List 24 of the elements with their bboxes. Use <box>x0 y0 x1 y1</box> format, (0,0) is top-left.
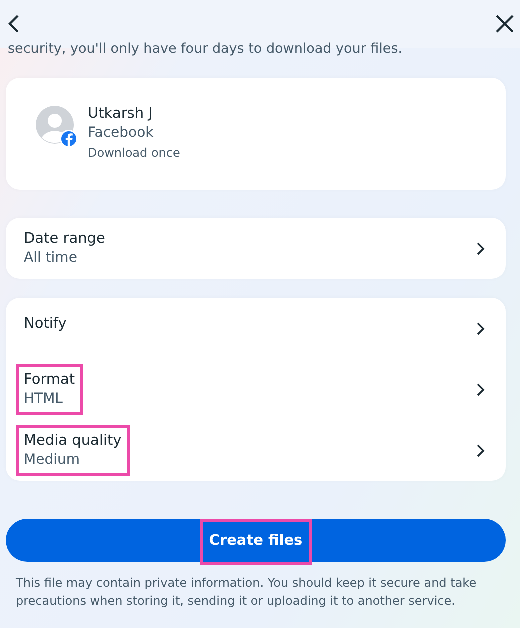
setting-value: HTML <box>24 390 64 409</box>
create-files-button[interactable]: Create files <box>6 519 506 562</box>
setting-value: Medium <box>24 450 81 470</box>
avatar-icon <box>36 106 78 148</box>
account-name: Utkarsh J <box>88 105 154 124</box>
chevron-icon <box>476 444 486 458</box>
disclaimer-text: This file may contain private information. You should keep it secure and take precautions when storing it, sending it or uploading it to another service. <box>16 575 478 610</box>
intro-text: security, you'll only have four days to download your files. <box>8 42 403 56</box>
platform-label: Facebook <box>88 124 155 144</box>
setting-title: Notify <box>24 315 67 334</box>
setting-value: All time <box>24 248 78 268</box>
settings-row[interactable]: Date range All time <box>6 218 506 279</box>
download-frequency: Download once <box>88 144 180 162</box>
setting-title: Date range <box>24 230 106 249</box>
settings-row[interactable]: Notify <box>6 298 506 359</box>
settings-row[interactable]: Format HTML <box>6 359 506 420</box>
close-button[interactable] <box>494 13 516 35</box>
setting-title: Media quality <box>24 432 122 451</box>
chevron-icon <box>476 382 486 396</box>
settings-row[interactable]: Media quality Medium <box>6 420 506 481</box>
chevron-icon <box>476 322 486 336</box>
chevron-icon <box>476 242 486 256</box>
back-button[interactable] <box>6 13 22 35</box>
setting-title: Format <box>24 370 76 390</box>
